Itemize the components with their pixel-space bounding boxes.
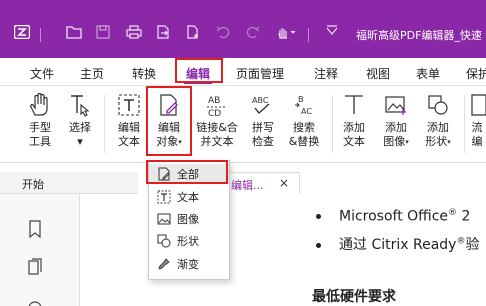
app-title: 福昕高级PDF编辑器_快速 xyxy=(356,29,482,42)
dropdown-item-gradient-label: 渐变 xyxy=(177,258,199,271)
add-text-icon xyxy=(341,92,367,118)
menu-form[interactable]: 表单 xyxy=(416,65,440,82)
select-tool-caret[interactable]: ▾ xyxy=(77,135,83,149)
spell-check-button[interactable]: ABC 拼写 检查 xyxy=(246,87,280,163)
flow-edit-label-1: 流 xyxy=(471,121,483,134)
dropdown-item-image[interactable]: 图像 xyxy=(149,209,229,229)
hand-tool-button[interactable]: 手型 工具 xyxy=(22,87,58,163)
left-panel-tab[interactable]: 开始 xyxy=(0,172,138,194)
dropdown-item-text-label: 文本 xyxy=(177,191,199,204)
comment-icon[interactable] xyxy=(27,296,43,306)
menu-file[interactable]: 文件 xyxy=(30,65,54,82)
search-replace-button[interactable]: B AC 搜索 &替换 xyxy=(284,87,324,163)
hand-tool-label-2: 工具 xyxy=(29,135,51,148)
add-image-label-2: 图像▾ xyxy=(383,135,409,148)
spell-check-label-1: 拼写 xyxy=(252,121,274,134)
menu-page-management[interactable]: 页面管理 xyxy=(236,65,284,82)
undo-icon[interactable] xyxy=(216,25,230,39)
flow-edit-button[interactable]: 流 编 xyxy=(468,87,486,163)
svg-text:AC: AC xyxy=(301,107,312,116)
select-tool-label-1: 选择 xyxy=(69,121,91,134)
new-document-icon[interactable] xyxy=(186,25,200,39)
menu-comment[interactable]: 注释 xyxy=(314,65,338,82)
add-shape-caret-icon[interactable]: ▾ xyxy=(447,138,451,146)
export-icon[interactable] xyxy=(156,25,170,39)
search-replace-label-2: &替换 xyxy=(288,135,320,148)
bookmark-icon[interactable] xyxy=(27,220,43,238)
menu-protect[interactable]: 保护 xyxy=(466,65,486,82)
add-text-button[interactable]: 添加 文本 xyxy=(338,87,370,163)
select-text-icon xyxy=(67,92,93,118)
add-image-caret-icon[interactable]: ▾ xyxy=(405,138,409,146)
add-shape-label-1: 添加 xyxy=(427,121,449,134)
add-shape-icon xyxy=(425,92,451,118)
link-join-text-button[interactable]: AB CD 链接&合 并文本 xyxy=(192,87,242,163)
document-tab[interactable]: 编辑... × xyxy=(224,172,300,194)
edit-gradient-icon xyxy=(157,257,171,271)
svg-text:B: B xyxy=(298,95,304,104)
link-join-text-label-1: 链接&合 xyxy=(196,121,238,134)
hand-tool-label-1: 手型 xyxy=(29,121,51,134)
customize-dropdown-icon[interactable] xyxy=(326,25,338,35)
save-icon[interactable] xyxy=(96,25,110,39)
close-tab-icon[interactable]: × xyxy=(279,176,289,190)
edit-text-icon xyxy=(116,92,142,118)
bullet-line-2: 通过 Citrix Ready®验 xyxy=(316,234,479,254)
select-tool-button[interactable]: 选择 ▾ xyxy=(64,87,96,163)
app-logo-icon xyxy=(14,25,30,39)
dropdown-item-shape-label: 形状 xyxy=(177,235,199,248)
highlight-dropdown-all xyxy=(146,160,228,184)
add-text-label-1: 添加 xyxy=(343,121,365,134)
add-image-icon xyxy=(383,92,409,118)
svg-text:CD: CD xyxy=(208,109,221,117)
flow-edit-icon xyxy=(468,92,486,118)
menu-convert[interactable]: 转换 xyxy=(132,65,156,82)
edit-shape-object-icon xyxy=(157,234,171,248)
hand-icon xyxy=(27,92,53,118)
search-replace-icon: B AC xyxy=(291,92,317,118)
svg-text:AB: AB xyxy=(208,96,220,106)
link-join-text-label-2: 并文本 xyxy=(200,135,234,148)
add-shape-label-2: 形状▾ xyxy=(425,135,451,148)
search-replace-label-1: 搜索 xyxy=(293,121,315,134)
dropdown-item-image-label: 图像 xyxy=(177,213,199,226)
print-icon[interactable] xyxy=(126,25,142,39)
add-text-label-2: 文本 xyxy=(343,135,365,148)
add-shape-button[interactable]: 添加 形状▾ xyxy=(418,87,458,163)
edit-text-button[interactable]: 编辑 文本 xyxy=(112,87,146,163)
open-folder-icon[interactable] xyxy=(66,25,82,39)
add-image-button[interactable]: 添加 图像▾ xyxy=(376,87,416,163)
menu-view[interactable]: 视图 xyxy=(366,65,390,82)
document-tab-label: 编辑... xyxy=(231,179,264,192)
spell-check-label-2: 检查 xyxy=(252,135,274,148)
left-sidebar xyxy=(0,194,80,306)
bullet-dot xyxy=(316,242,321,248)
link-join-text-icon: AB CD xyxy=(204,92,230,118)
highlight-edit-menu xyxy=(175,58,223,83)
section-heading: 最低硬件要求 xyxy=(312,289,396,305)
add-image-label-1: 添加 xyxy=(385,121,407,134)
menu-home[interactable]: 主页 xyxy=(80,65,104,82)
edit-text-label-1: 编辑 xyxy=(118,121,140,134)
dropdown-item-gradient[interactable]: 渐变 xyxy=(149,254,229,274)
dropdown-item-shape[interactable]: 形状 xyxy=(149,231,229,251)
edit-text-label-2: 文本 xyxy=(118,135,140,148)
flow-edit-label-2: 编 xyxy=(471,135,483,148)
svg-text:ABC: ABC xyxy=(252,96,269,105)
bullet-line-1: Microsoft Office® 2 xyxy=(316,208,470,225)
redo-icon[interactable] xyxy=(246,25,260,39)
dropdown-item-text[interactable]: 文本 xyxy=(149,187,229,207)
title-bar: 福昕高级PDF编辑器_快速 xyxy=(0,0,486,58)
bullet-dot xyxy=(316,214,321,220)
hand-tool-icon[interactable] xyxy=(276,25,298,39)
spell-check-icon: ABC xyxy=(250,92,276,118)
left-panel-tab-label: 开始 xyxy=(22,178,44,191)
page-thumbnails-icon[interactable] xyxy=(27,258,43,276)
edit-image-object-icon xyxy=(157,212,171,226)
edit-text-object-icon xyxy=(157,190,171,204)
highlight-edit-object xyxy=(146,86,192,156)
